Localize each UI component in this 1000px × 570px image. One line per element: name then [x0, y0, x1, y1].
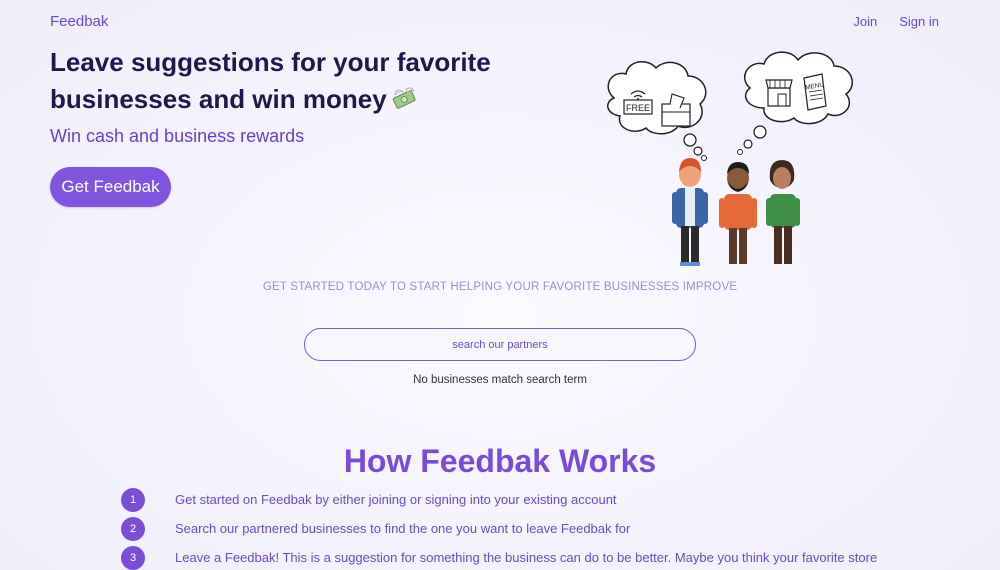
- thought-bubble-left: FREE: [607, 61, 707, 161]
- step-item: 3 Leave a Feedbak! This is a suggestion …: [121, 546, 895, 570]
- thought-bubble-right: MENU: [737, 51, 853, 155]
- nav-links: Join Sign in: [853, 14, 939, 29]
- signin-link[interactable]: Sign in: [899, 14, 939, 29]
- hero-subtitle: Win cash and business rewards: [50, 126, 305, 146]
- step-number-badge: 2: [121, 517, 145, 541]
- step-number-badge: 1: [121, 488, 145, 512]
- join-link[interactable]: Join: [853, 14, 877, 29]
- free-sign-label: FREE: [626, 103, 650, 113]
- hero-title-text: Leave suggestions for your favorite busi…: [50, 47, 491, 114]
- hero-title: Leave suggestions for your favorite busi…: [50, 44, 520, 118]
- person-right: [766, 160, 800, 264]
- step-text: Search our partnered businesses to find …: [175, 521, 631, 536]
- get-feedbak-button[interactable]: Get Feedbak: [50, 167, 171, 207]
- how-it-works-title: How Feedbak Works: [343, 443, 657, 479]
- step-number-badge: 3: [121, 546, 145, 570]
- step-text: Leave a Feedbak! This is a suggestion fo…: [175, 550, 878, 565]
- step-item: 1 Get started on Feedbak by either joini…: [121, 488, 895, 512]
- step-item: 2 Search our partnered businesses to fin…: [121, 517, 895, 541]
- step-text: Get started on Feedbak by either joining…: [175, 492, 617, 507]
- money-with-wings-icon: [392, 87, 416, 109]
- search-empty-message: No businesses match search term: [413, 374, 587, 386]
- person-middle: [719, 162, 757, 264]
- tagline: GET STARTED TODAY TO START HELPING YOUR …: [262, 281, 738, 293]
- person-left: [672, 158, 708, 266]
- partner-search-input[interactable]: [304, 328, 696, 361]
- people-thinking-illustration: FREE MENU: [607, 51, 853, 266]
- site-logo[interactable]: Feedbak: [50, 13, 108, 30]
